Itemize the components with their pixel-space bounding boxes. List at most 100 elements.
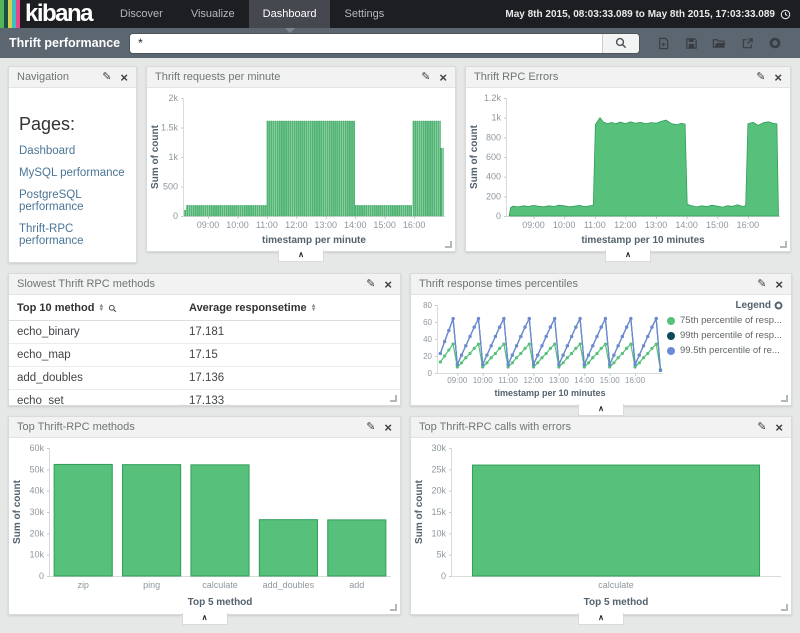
new-dashboard-button[interactable] — [649, 32, 677, 54]
collapse-panel-button[interactable]: ∧ — [278, 250, 324, 262]
svg-text:0: 0 — [39, 571, 44, 581]
resize-handle[interactable] — [390, 395, 397, 402]
edit-panel-icon[interactable]: ✎ — [756, 72, 765, 83]
legend-toggle[interactable]: Legend — [667, 300, 783, 311]
svg-text:13:00: 13:00 — [549, 376, 570, 385]
svg-text:200: 200 — [486, 191, 501, 201]
edit-panel-icon[interactable]: ✎ — [366, 279, 375, 290]
gear-icon — [769, 37, 781, 49]
tab-settings[interactable]: Settings — [330, 0, 398, 28]
resize-handle[interactable] — [445, 241, 452, 248]
legend-item[interactable]: 99.5th percentile of re... — [667, 345, 783, 356]
panel-title: Thrift response times percentiles — [419, 278, 748, 290]
svg-text:zip: zip — [77, 580, 89, 590]
legend-dot-icon — [667, 332, 675, 340]
close-panel-icon[interactable]: × — [775, 421, 783, 434]
share-dashboard-button[interactable] — [733, 32, 761, 54]
page-link-dashboard[interactable]: Dashboard — [19, 145, 126, 157]
svg-text:0: 0 — [496, 211, 501, 221]
resize-handle[interactable] — [780, 241, 787, 248]
svg-text:1.2k: 1.2k — [484, 93, 502, 103]
svg-text:0: 0 — [428, 369, 433, 378]
chevron-up-icon: ∧ — [298, 250, 304, 259]
table-cell: echo_binary — [9, 321, 181, 344]
svg-text:15:00: 15:00 — [373, 220, 396, 230]
svg-text:16:00: 16:00 — [625, 376, 646, 385]
page-link-thrift-rpc-performance[interactable]: Thrift-RPC performance — [19, 223, 126, 247]
sort-icon: ▲▼ — [98, 304, 104, 313]
svg-text:20: 20 — [423, 352, 432, 361]
svg-text:40: 40 — [423, 335, 432, 344]
panel-response-percentiles: Thrift response times percentiles ✎ × 0 2… — [410, 273, 792, 406]
close-panel-icon[interactable]: × — [120, 71, 128, 84]
table-cell: echo_map — [9, 344, 181, 367]
table-cell: add_doubles — [9, 367, 181, 390]
svg-text:13:00: 13:00 — [645, 220, 668, 230]
close-panel-icon[interactable]: × — [775, 278, 783, 291]
legend-label: 99th percentile of resp... — [680, 330, 782, 341]
time-picker[interactable]: May 8th 2015, 08:03:33.089 to May 8th 20… — [505, 0, 800, 28]
table-cell: 17.15 — [181, 344, 400, 367]
svg-text:09:00: 09:00 — [447, 376, 468, 385]
svg-text:calculate: calculate — [202, 580, 238, 590]
svg-text:10k: 10k — [431, 528, 446, 538]
options-button[interactable] — [761, 32, 789, 54]
legend-dot-icon — [667, 347, 675, 355]
edit-panel-icon[interactable]: ✎ — [421, 72, 430, 83]
close-panel-icon[interactable]: × — [774, 71, 782, 84]
close-panel-icon[interactable]: × — [384, 421, 392, 434]
edit-panel-icon[interactable]: ✎ — [366, 422, 375, 433]
close-panel-icon[interactable]: × — [384, 278, 392, 291]
dashboard-title: Thrift performance — [9, 36, 120, 50]
dashboard-toolbar: Thrift performance — [0, 28, 800, 58]
svg-text:10:00: 10:00 — [226, 220, 249, 230]
svg-text:15k: 15k — [431, 507, 446, 517]
page-link-postgresql-performance[interactable]: PostgreSQL performance — [19, 189, 126, 213]
new-document-icon — [657, 37, 670, 50]
load-dashboard-button[interactable] — [705, 32, 733, 54]
edit-panel-icon[interactable]: ✎ — [757, 422, 766, 433]
rpc-errors-chart: 02004006008001k1.2k09:0010:0011:0012:001… — [466, 88, 790, 253]
panel-title: Top Thrift-RPC methods — [17, 421, 357, 433]
collapse-panel-button[interactable]: ∧ — [182, 613, 228, 625]
chevron-up-icon: ∧ — [202, 613, 208, 622]
resize-handle[interactable] — [781, 604, 788, 611]
panel-top-calls-errors: Top Thrift-RPC calls with errors ✎ × 05k… — [410, 416, 792, 615]
legend-dot-icon — [667, 317, 675, 325]
collapse-panel-button[interactable]: ∧ — [578, 613, 624, 625]
resize-handle[interactable] — [781, 395, 788, 402]
search-icon — [108, 304, 117, 313]
query-input[interactable] — [130, 34, 602, 53]
legend-item[interactable]: 75th percentile of resp... — [667, 315, 783, 326]
legend-title: Legend — [735, 300, 771, 311]
dashboard-actions — [649, 32, 791, 54]
save-dashboard-button[interactable] — [677, 32, 705, 54]
svg-text:11:00: 11:00 — [498, 376, 518, 385]
column-header-method[interactable]: Top 10 method▲▼ — [9, 295, 181, 321]
svg-text:20k: 20k — [431, 486, 446, 496]
collapse-panel-button[interactable]: ∧ — [605, 250, 651, 262]
tab-visualize[interactable]: Visualize — [177, 0, 249, 28]
column-header-responsetime[interactable]: Average responsetime▲▼ — [181, 295, 400, 321]
edit-panel-icon[interactable]: ✎ — [102, 72, 111, 83]
svg-text:16:00: 16:00 — [737, 220, 760, 230]
search-button[interactable] — [602, 34, 639, 53]
svg-text:12:00: 12:00 — [285, 220, 308, 230]
panel-title: Top Thrift-RPC calls with errors — [419, 421, 748, 433]
tab-dashboard[interactable]: Dashboard — [249, 0, 331, 28]
page-link-mysql-performance[interactable]: MySQL performance — [19, 167, 126, 179]
close-panel-icon[interactable]: × — [439, 71, 447, 84]
svg-text:15:00: 15:00 — [706, 220, 729, 230]
svg-text:Sum of count: Sum of count — [414, 479, 425, 544]
legend-item[interactable]: 99th percentile of resp... — [667, 330, 783, 341]
svg-text:Sum of count: Sum of count — [12, 479, 23, 544]
resize-handle[interactable] — [390, 604, 397, 611]
slowest-methods-table: Top 10 method▲▼Average responsetime▲▼ech… — [9, 295, 400, 406]
edit-panel-icon[interactable]: ✎ — [757, 279, 766, 290]
svg-text:0: 0 — [173, 211, 178, 221]
svg-text:2k: 2k — [168, 93, 178, 103]
table-row: echo_binary17.181 — [9, 321, 400, 344]
svg-text:15:00: 15:00 — [600, 376, 621, 385]
tab-discover[interactable]: Discover — [106, 0, 177, 28]
collapse-panel-button[interactable]: ∧ — [578, 404, 624, 416]
